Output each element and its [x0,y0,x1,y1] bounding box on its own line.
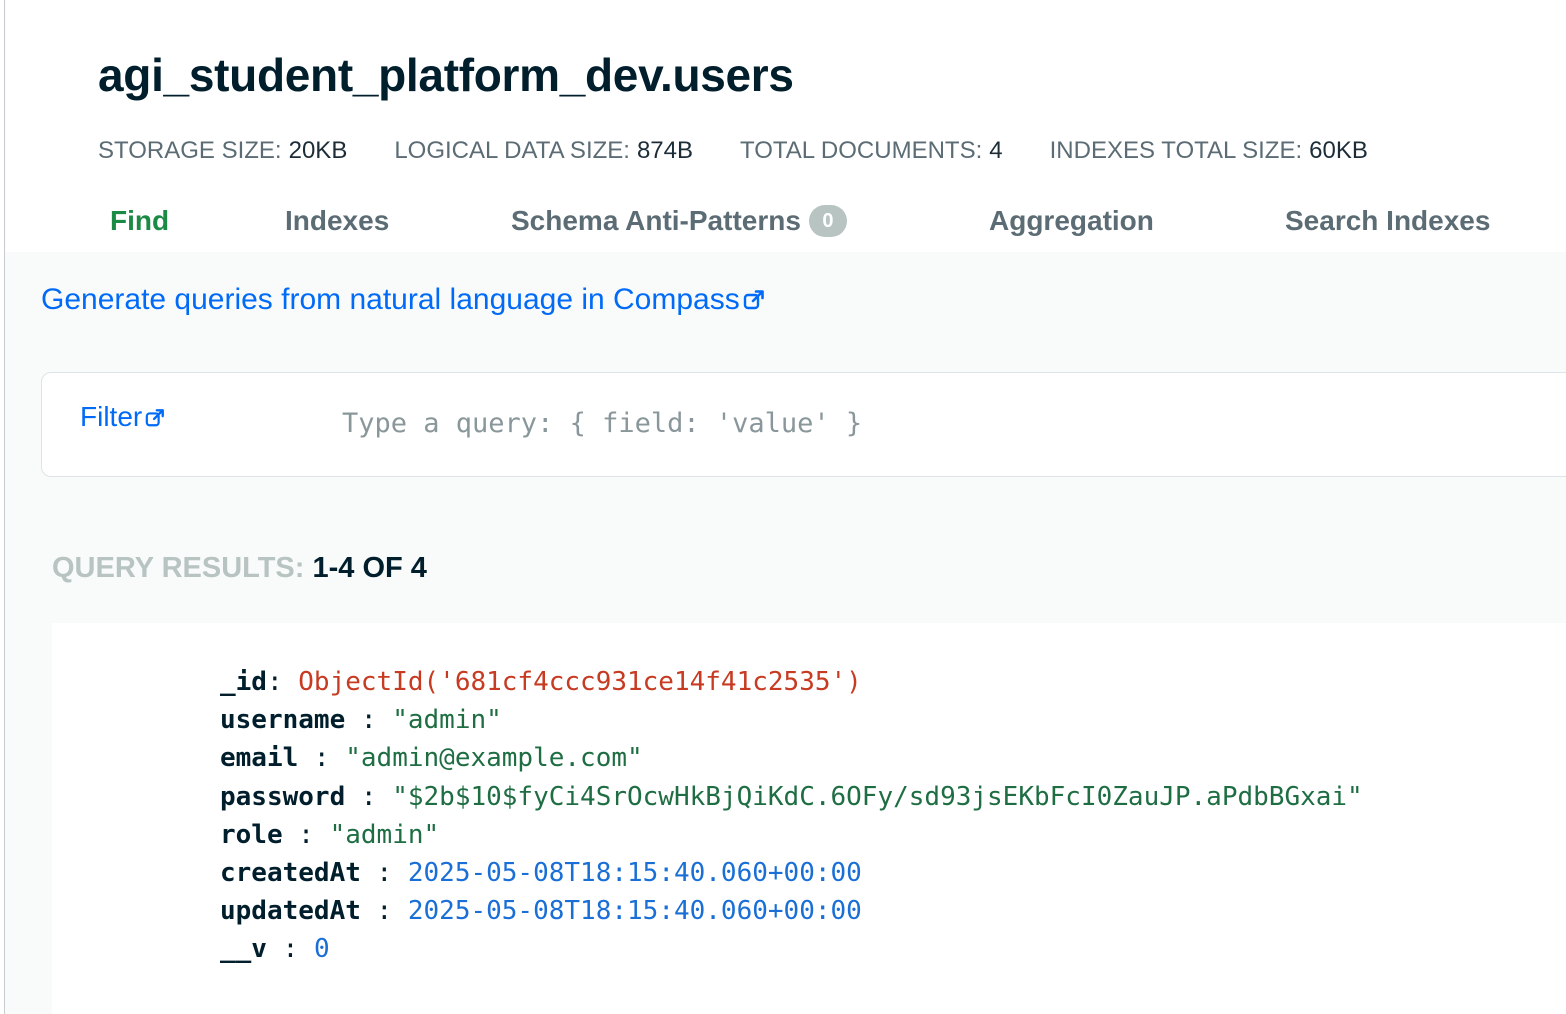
field-separator: : [345,705,393,736]
field-key: password [220,781,346,812]
tab-label: Search Indexes [1285,205,1491,236]
stat-value: 20KB [288,137,348,164]
filter-label-text: Filter [80,401,143,432]
field-row-v: __v : 0 [220,930,1363,968]
field-value[interactable]: 0 [314,934,330,964]
field-value[interactable]: "admin@example.com" [345,743,642,773]
field-row-password: password : "$2b$10$fyCi4SrOcwHkBjQiKdC.6… [220,778,1363,816]
field-value[interactable]: "$2b$10$fyCi4SrOcwHkBjQiKdC.6OFy/sd93jsE… [392,782,1363,812]
field-separator: : [266,667,299,697]
field-separator: : [360,858,408,889]
stat-logical-data-size: LOGICAL DATA SIZE: 874B [394,137,693,165]
stat-storage-size: STORAGE SIZE: 20KB [98,137,347,165]
tab-label: Schema Anti-Patterns [511,205,801,236]
field-row-createdat: createdAt : 2025-05-08T18:15:40.060+00:0… [220,854,1363,892]
field-row-email: email : "admin@example.com" [220,739,1363,777]
field-key: _id [220,667,267,697]
field-value[interactable]: "admin" [330,820,440,850]
field-value[interactable]: 2025-05-08T18:15:40.060+00:00 [408,896,862,926]
field-row-updatedat: updatedAt : 2025-05-08T18:15:40.060+00:0… [220,892,1363,930]
field-separator: : [266,934,314,965]
link-text: Generate queries from natural language i… [41,283,740,316]
field-key: role [220,819,283,850]
filter-query-input[interactable] [342,395,1442,451]
field-value[interactable]: ObjectId('681cf4ccc931ce14f41c2535') [298,667,862,697]
field-key: __v [220,934,267,965]
stat-label: INDEXES TOTAL SIZE: [1049,137,1303,164]
collection-stats: STORAGE SIZE: 20KB LOGICAL DATA SIZE: 87… [98,137,1368,165]
left-border [0,0,5,1014]
stat-total-documents: TOTAL DOCUMENTS: 4 [740,137,1003,165]
stat-value: 4 [989,137,1003,164]
document-fields: _id: ObjectId('681cf4ccc931ce14f41c2535'… [220,663,1363,969]
stat-label: STORAGE SIZE: [98,137,282,164]
field-value[interactable]: 2025-05-08T18:15:40.060+00:00 [408,858,862,888]
tab-search-indexes[interactable]: Search Indexes [1285,205,1490,237]
results-label: QUERY RESULTS: [52,552,305,584]
field-key: createdAt [220,858,361,889]
natural-language-query-link[interactable]: Generate queries from natural language i… [41,283,765,319]
field-value[interactable]: "admin" [392,705,502,735]
tab-label: Find [110,205,170,236]
tab-label: Aggregation [989,205,1154,236]
stat-value: 874B [636,137,694,164]
query-results-summary: QUERY RESULTS: 1-4 OF 4 [52,552,427,585]
field-row-id: _id: ObjectId('681cf4ccc931ce14f41c2535'… [220,663,1363,701]
field-row-username: username : "admin" [220,701,1363,739]
field-separator: : [360,896,408,927]
tab-schema-anti-patterns[interactable]: Schema Anti-Patterns 0 [511,205,847,237]
results-range: 1-4 OF 4 [312,552,427,584]
stat-label: TOTAL DOCUMENTS: [740,137,983,164]
filter-bar: Filter [41,372,1566,477]
tab-find[interactable]: Find [110,205,169,237]
filter-help-link[interactable]: Filter [80,401,165,435]
stat-indexes-total-size: INDEXES TOTAL SIZE: 60KB [1050,137,1368,165]
document-card[interactable]: _id: ObjectId('681cf4ccc931ce14f41c2535'… [52,623,1566,1014]
collection-title: agi_student_platform_dev.users [98,49,794,101]
field-separator: : [298,743,346,774]
field-key: updatedAt [220,896,361,927]
stat-value: 60KB [1309,137,1368,164]
field-key: email [220,743,299,774]
field-separator: : [345,781,393,812]
count-badge: 0 [808,205,847,237]
tab-label: Indexes [285,205,390,236]
field-row-role: role : "admin" [220,816,1363,854]
stat-label: LOGICAL DATA SIZE: [394,137,630,164]
external-link-icon [145,403,165,435]
collection-tabs: Find Indexes Schema Anti-Patterns 0 Aggr… [6,205,1566,245]
external-link-icon [743,285,765,319]
field-separator: : [282,819,330,850]
collection-header: agi_student_platform_dev.users STORAGE S… [6,0,1566,252]
field-key: username [220,705,346,736]
tab-indexes[interactable]: Indexes [285,205,389,237]
tab-aggregation[interactable]: Aggregation [989,205,1154,237]
